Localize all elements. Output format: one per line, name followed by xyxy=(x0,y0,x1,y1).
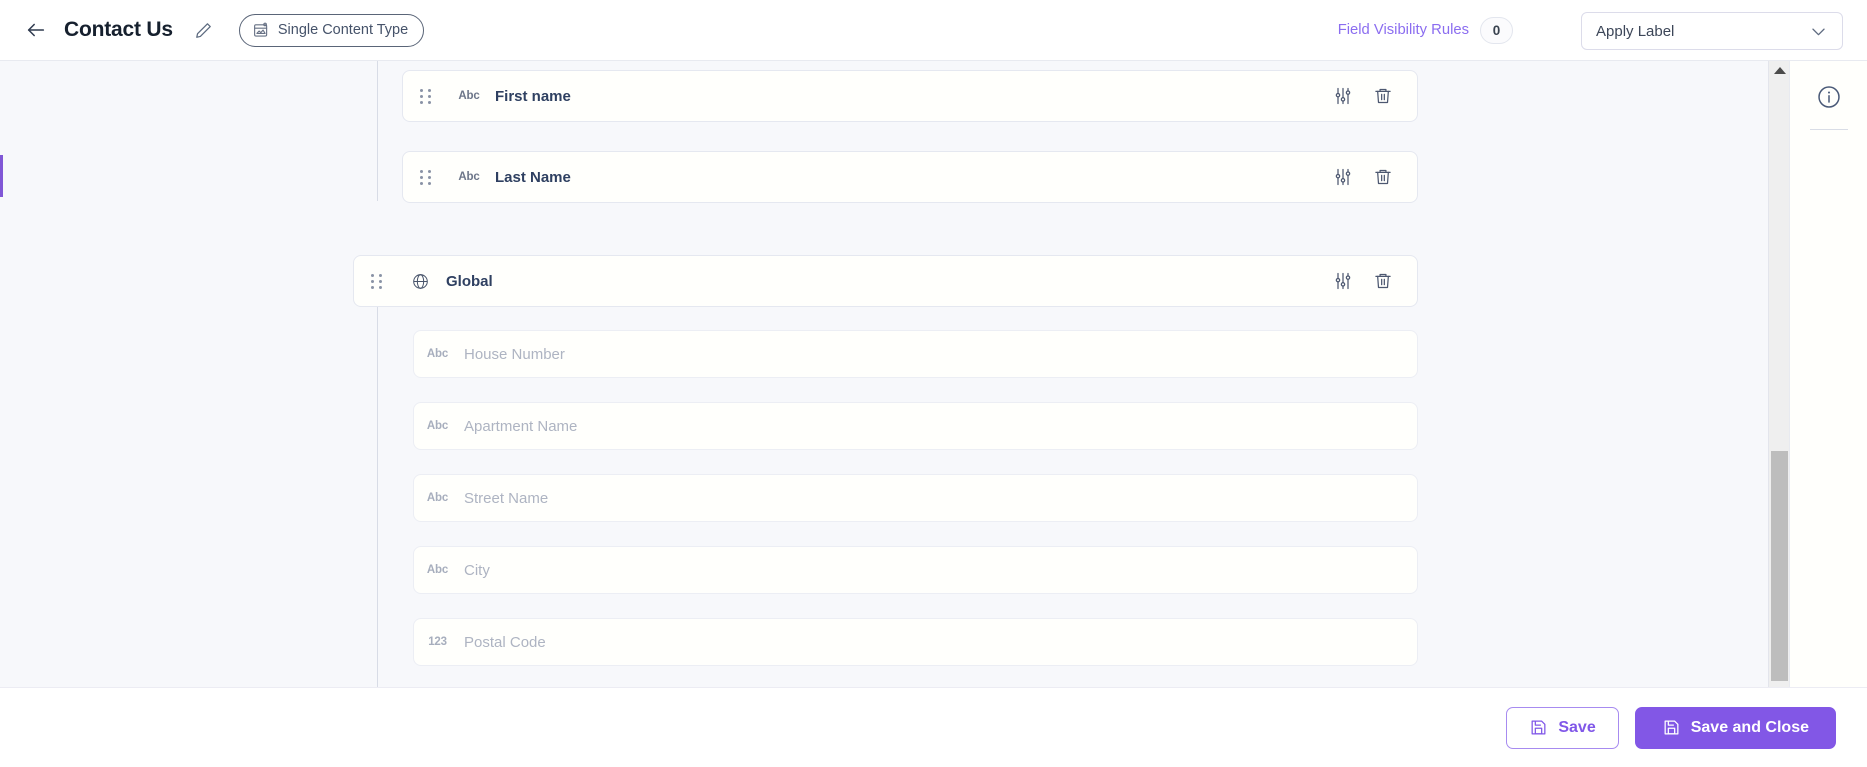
save-floppy-icon xyxy=(1662,718,1681,737)
right-info-rail xyxy=(1790,61,1867,687)
field-card-last-name[interactable]: Abc Last Name xyxy=(402,151,1418,203)
field-card-first-name[interactable]: Abc First name xyxy=(402,70,1418,122)
app-header: Contact Us Single Content Type Field Vis… xyxy=(0,0,1867,61)
form-canvas-inner: Abc First name Abc Last Name Global Abc … xyxy=(0,61,1789,687)
back-button[interactable] xyxy=(20,14,52,46)
chevron-down-icon xyxy=(1809,22,1828,41)
trash-icon[interactable] xyxy=(1371,84,1395,108)
field-visibility-rules-label: Field Visibility Rules xyxy=(1337,22,1469,38)
sliders-icon[interactable] xyxy=(1331,269,1355,293)
sliders-icon[interactable] xyxy=(1331,165,1355,189)
save-button[interactable]: Save xyxy=(1506,706,1619,749)
app-footer: Save Save and Close xyxy=(0,687,1867,767)
input-placeholder: Postal Code xyxy=(464,633,546,651)
input-placeholder: Apartment Name xyxy=(464,417,578,435)
drag-handle-icon xyxy=(370,273,382,289)
content-type-icon xyxy=(252,21,270,39)
drag-handle-icon xyxy=(419,88,431,104)
drag-handle[interactable] xyxy=(403,152,447,202)
canvas-scrollbar[interactable] xyxy=(1768,61,1789,687)
save-button-label: Save xyxy=(1558,718,1596,736)
text-type-icon: Abc xyxy=(458,171,480,183)
scroll-up-arrow-icon[interactable] xyxy=(1769,61,1789,79)
apply-label-select[interactable]: Apply Label xyxy=(1581,12,1843,50)
text-type-icon: Abc xyxy=(426,564,449,576)
input-placeholder: City xyxy=(464,561,490,579)
text-type-icon: Abc xyxy=(458,90,480,102)
left-accent-marker xyxy=(0,155,3,197)
content-type-badge-label: Single Content Type xyxy=(277,22,409,38)
arrow-left-icon xyxy=(25,19,47,41)
drag-handle[interactable] xyxy=(354,256,398,306)
field-visibility-rules-button[interactable]: Field Visibility Rules 0 xyxy=(1337,16,1513,44)
input-row-postal-code[interactable]: 123 Postal Code xyxy=(413,618,1418,666)
field-visibility-rules-count: 0 xyxy=(1480,16,1513,44)
rail-divider xyxy=(1809,129,1848,130)
apply-label-value: Apply Label xyxy=(1596,22,1675,40)
group-actions xyxy=(1331,269,1417,293)
save-and-close-button[interactable]: Save and Close xyxy=(1634,706,1836,749)
save-floppy-icon xyxy=(1529,718,1548,737)
text-type-icon: Abc xyxy=(426,348,449,360)
trash-icon[interactable] xyxy=(1371,269,1395,293)
content-type-badge[interactable]: Single Content Type xyxy=(238,13,425,47)
field-actions xyxy=(1331,165,1417,189)
form-canvas: Abc First name Abc Last Name Global Abc … xyxy=(0,61,1790,687)
field-name-label: Last Name xyxy=(495,168,571,186)
page-title: Contact Us xyxy=(64,18,173,41)
field-actions xyxy=(1331,84,1417,108)
text-type-icon: Abc xyxy=(426,420,449,432)
edit-title-button[interactable] xyxy=(191,17,217,43)
pencil-icon xyxy=(194,21,213,40)
input-placeholder: Street Name xyxy=(464,489,549,507)
input-row-street-name[interactable]: Abc Street Name xyxy=(413,474,1418,522)
globe-icon xyxy=(398,272,442,291)
input-row-apartment-name[interactable]: Abc Apartment Name xyxy=(413,402,1418,450)
sliders-icon[interactable] xyxy=(1331,84,1355,108)
connector-guide-bottom xyxy=(377,283,378,687)
save-and-close-button-label: Save and Close xyxy=(1690,718,1809,736)
connector-guide-top xyxy=(377,61,378,201)
input-row-house-number[interactable]: Abc House Number xyxy=(413,330,1418,378)
info-circle-icon[interactable] xyxy=(1815,83,1843,111)
text-type-icon: Abc xyxy=(426,492,449,504)
drag-handle[interactable] xyxy=(403,71,447,121)
field-name-label: First name xyxy=(495,87,571,105)
field-card-global-group[interactable]: Global xyxy=(353,255,1418,307)
group-name-label: Global xyxy=(446,272,493,290)
body-region: Abc First name Abc Last Name Global Abc … xyxy=(0,61,1867,687)
trash-icon[interactable] xyxy=(1371,165,1395,189)
scrollbar-thumb[interactable] xyxy=(1771,451,1788,681)
drag-handle-icon xyxy=(419,169,431,185)
number-type-icon: 123 xyxy=(428,636,447,648)
input-row-city[interactable]: Abc City xyxy=(413,546,1418,594)
input-placeholder: House Number xyxy=(464,345,565,363)
form-builder-app: Contact Us Single Content Type Field Vis… xyxy=(0,0,1867,767)
